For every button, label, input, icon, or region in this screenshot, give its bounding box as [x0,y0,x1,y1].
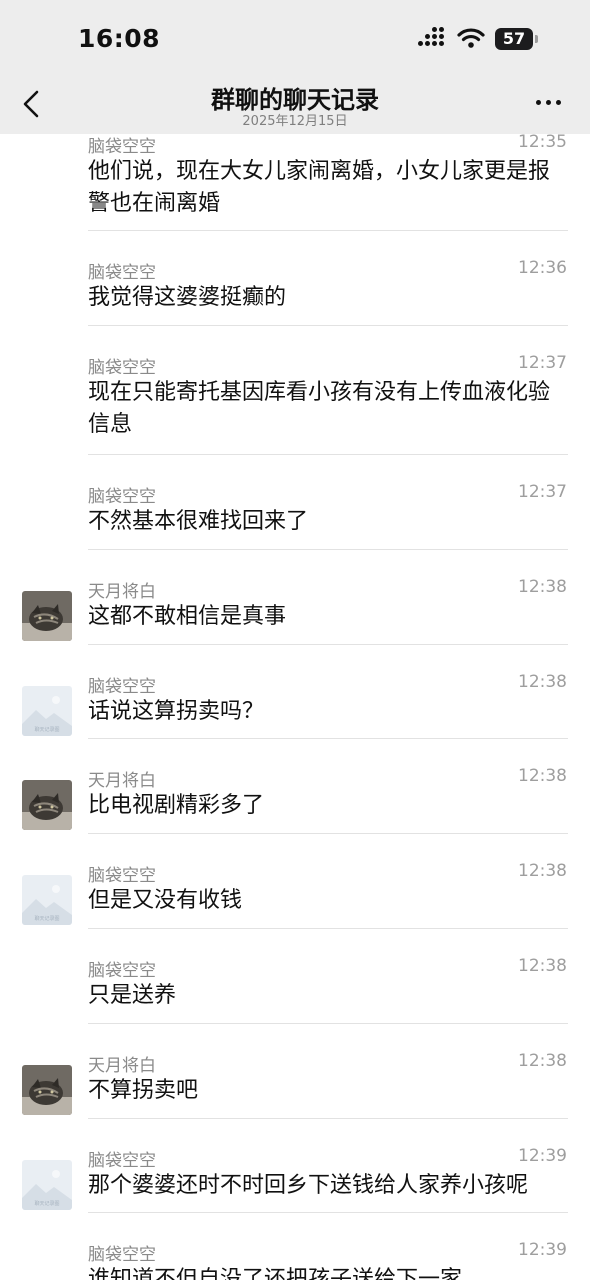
message-divider [88,230,568,231]
cat-photo-avatar-icon[interactable] [22,591,72,641]
page-subtitle-date: 2025年12月15日 [242,114,348,129]
message-text: 那个婆婆还时不时回乡下送钱给人家养小孩呢 [88,1173,529,1198]
cat-photo-avatar-icon[interactable] [22,780,72,830]
message-sender: 脑袋空空 [88,487,156,507]
message-sender: 脑袋空空 [88,866,156,886]
message-time: 12:35 [518,132,567,152]
message-time: 12:39 [518,1146,567,1166]
message-text: 现在只能寄托基因库看小孩有没有上传血液化验信息 [88,380,551,437]
svg-text:聊天记录图: 聊天记录图 [34,915,59,922]
cat-photo-avatar-icon[interactable] [22,1065,72,1115]
message-text: 他们说，现在大女儿家闹离婚，小女儿家更是报警也在闹离婚 [88,159,551,216]
message-sender: 脑袋空空 [88,358,156,378]
message-text: 只是送养 [88,983,177,1008]
message-text: 比电视剧精彩多了 [88,793,265,818]
message-sender: 天月将白 [88,582,156,602]
message-divider [88,644,568,645]
message-text: 这都不敢相信是真事 [88,604,287,629]
message-time: 12:38 [518,672,567,692]
message-sender: 脑袋空空 [88,677,156,697]
message-divider [88,549,568,550]
placeholder-avatar-icon[interactable]: 聊天记录图 [22,1160,72,1210]
message-time: 12:37 [518,353,567,373]
message-text: 不算拐卖吧 [88,1078,199,1103]
message-text: 话说这算拐卖吗？ [88,699,265,724]
message-divider [88,928,568,929]
message-sender: 脑袋空空 [88,961,156,981]
message-time: 12:38 [518,861,567,881]
message-divider [88,325,568,326]
status-time: 16:08 [78,24,161,53]
message-sender: 脑袋空空 [88,263,156,283]
message-time: 12:39 [518,1240,567,1260]
message-time: 12:36 [518,258,567,278]
message-divider [88,1023,568,1024]
message-time: 12:38 [518,1051,567,1071]
message-text: 但是又没有收钱 [88,888,243,913]
svg-text:聊天记录图: 聊天记录图 [34,1200,59,1207]
message-divider [88,738,568,739]
placeholder-avatar-icon[interactable]: 聊天记录图 [22,875,72,925]
message-sender: 天月将白 [88,771,156,791]
message-sender: 脑袋空空 [88,1151,156,1171]
message-time: 12:38 [518,956,567,976]
message-divider [88,454,568,455]
message-sender: 脑袋空空 [88,1245,156,1265]
message-text: 谁知道不但自没了还把孩子送给下一家 [88,1267,463,1280]
message-time: 12:38 [518,766,567,786]
message-text: 我觉得这婆婆挺癫的 [88,285,287,310]
wifi-icon [457,28,485,48]
message-time: 12:37 [518,482,567,502]
nav-header: 16:08 57 群聊的聊天记录 2025年12月15日 [0,0,590,134]
message-divider [88,1212,568,1213]
battery-tip [535,35,538,43]
chat-history-list[interactable]: 脑袋空空 12:35 他们说，现在大女儿家闹离婚，小女儿家更是报警也在闹离婚 脑袋空空… [0,0,590,1280]
battery-indicator: 57 [495,28,533,50]
message-divider [88,1118,568,1119]
message-divider [88,833,568,834]
svg-text:聊天记录图: 聊天记录图 [34,726,59,733]
placeholder-avatar-icon[interactable]: 聊天记录图 [22,686,72,736]
message-sender: 天月将白 [88,1056,156,1076]
message-time: 12:38 [518,577,567,597]
message-text: 不然基本很难找回来了 [88,509,309,534]
message-sender: 脑袋空空 [88,137,156,157]
